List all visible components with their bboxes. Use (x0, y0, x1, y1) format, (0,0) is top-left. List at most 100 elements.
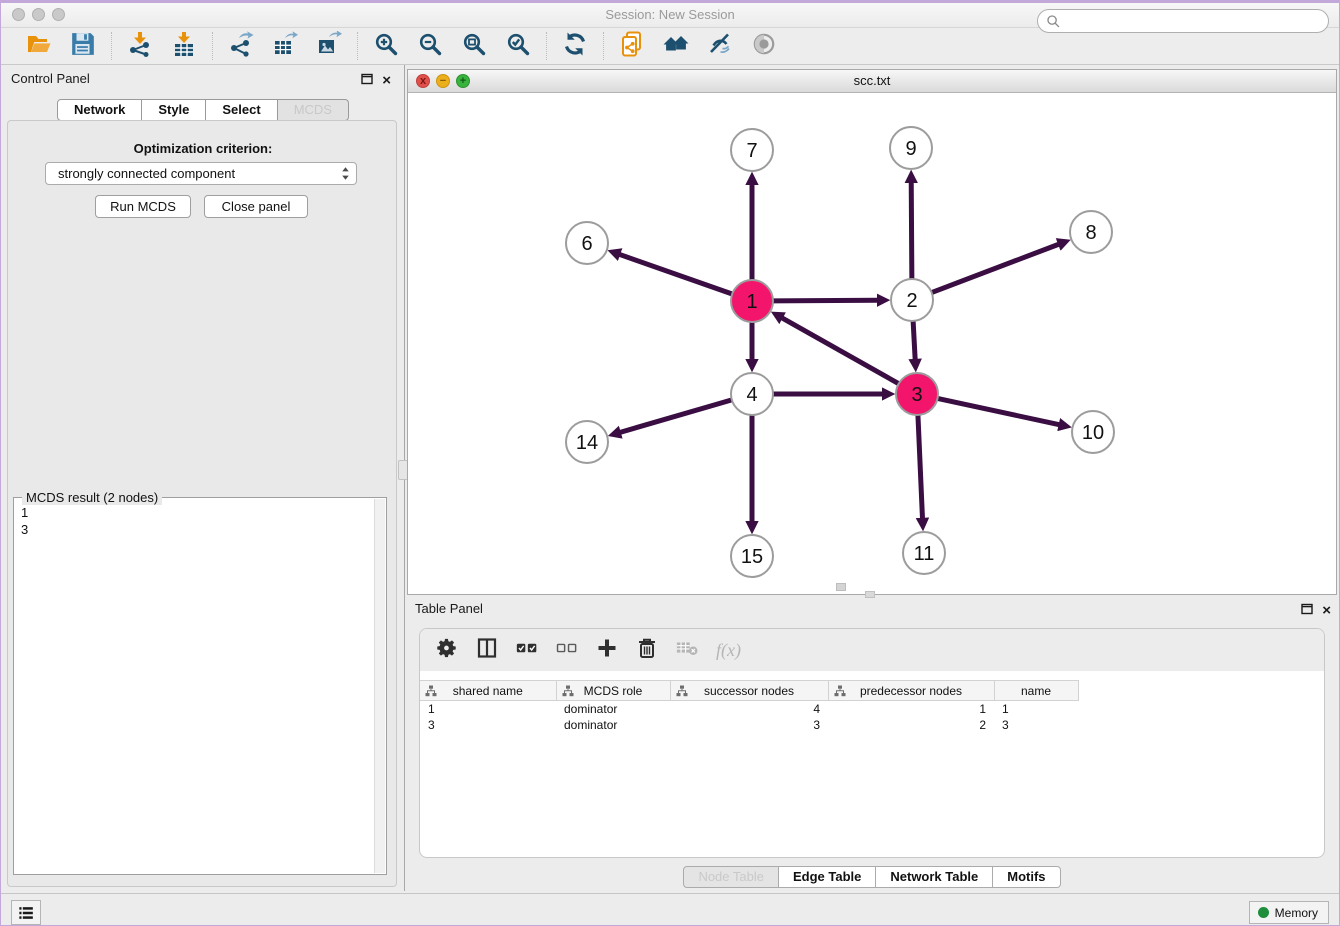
export-table-button[interactable] (271, 32, 299, 60)
float-panel-icon[interactable] (361, 72, 373, 90)
export-network-button[interactable] (227, 32, 255, 60)
graph-node-7[interactable]: 7 (731, 129, 773, 171)
zoom-in-button[interactable] (372, 32, 400, 60)
table-toolbar: f(x) (420, 629, 1324, 671)
search-box[interactable] (1037, 9, 1329, 33)
graph-node-label: 15 (741, 546, 763, 568)
column-header-name[interactable]: name (994, 681, 1078, 701)
table-cell[interactable]: 3 (420, 717, 556, 733)
import-network-button[interactable] (126, 32, 154, 60)
horizontal-splitter-grip[interactable] (865, 591, 875, 598)
function-builder-button[interactable]: f(x) (716, 640, 741, 661)
tab-edge-table[interactable]: Edge Table (779, 866, 876, 888)
import-table-button[interactable] (170, 32, 198, 60)
graph-node-2[interactable]: 2 (891, 279, 933, 321)
column-header-predecessor-nodes[interactable]: predecessor nodes (828, 681, 994, 701)
function-builder-icon: f(x) (716, 640, 741, 661)
table-cell[interactable]: dominator (556, 701, 670, 717)
graph-edge-2-9[interactable] (911, 182, 912, 279)
hide-graphics-details-button[interactable] (706, 32, 734, 60)
table-panel: Table Panel × f(x) shared nameMCDS roles… (407, 599, 1337, 889)
show-graphics-details-button[interactable] (750, 32, 778, 60)
zoom-fit-button[interactable] (460, 32, 488, 60)
settings-button[interactable] (436, 637, 458, 664)
graph-node-14[interactable]: 14 (566, 421, 608, 463)
graph-node-9[interactable]: 9 (890, 127, 932, 169)
task-history-button[interactable] (11, 900, 41, 925)
app-window: Session: New Session Control Panel × Net… (0, 0, 1340, 926)
delete-table-button[interactable] (676, 637, 698, 664)
split-view-button[interactable] (476, 637, 498, 664)
select-stepper-icon (341, 166, 350, 181)
mcds-result-text[interactable]: 1 3 (16, 502, 373, 872)
table-cell[interactable]: 1 (994, 701, 1078, 717)
graph-node-label: 9 (905, 138, 916, 160)
delete-row-button[interactable] (636, 637, 658, 664)
graph-node-3[interactable]: 3 (896, 373, 938, 415)
graph-node-label: 2 (906, 290, 917, 312)
tab-node-table[interactable]: Node Table (683, 866, 779, 888)
table-cell[interactable]: 3 (994, 717, 1078, 733)
table-cell[interactable]: dominator (556, 717, 670, 733)
network-hscroll-thumb[interactable] (836, 583, 846, 591)
graph-node-label: 14 (576, 432, 598, 454)
run-mcds-button[interactable]: Run MCDS (95, 195, 191, 218)
graph-node-6[interactable]: 6 (566, 222, 608, 264)
graph-node-15[interactable]: 15 (731, 535, 773, 577)
memory-button[interactable]: Memory (1249, 901, 1329, 924)
save-session-button[interactable] (69, 32, 97, 60)
column-header-MCDS-role[interactable]: MCDS role (556, 681, 670, 701)
duplicate-network-button[interactable] (618, 32, 646, 60)
zoom-selected-icon (505, 31, 531, 62)
graph-edge-1-2[interactable] (773, 300, 878, 301)
table-cell[interactable]: 1 (420, 701, 556, 717)
search-input[interactable] (1066, 14, 1320, 28)
table-cell[interactable]: 2 (828, 717, 994, 733)
graph-edge-2-3[interactable] (913, 321, 915, 360)
home-button[interactable] (662, 32, 690, 60)
graph-edge-4-14[interactable] (620, 400, 732, 432)
graph-node-11[interactable]: 11 (903, 532, 945, 574)
column-label: shared name (453, 684, 523, 698)
control-panel-header: Control Panel × (3, 69, 403, 91)
table-cell[interactable]: 3 (670, 717, 828, 733)
close-panel-icon[interactable]: × (382, 75, 391, 87)
open-file-button[interactable] (25, 32, 53, 60)
graph-edge-3-10[interactable] (938, 398, 1060, 424)
column-header-shared-name[interactable]: shared name (420, 681, 556, 701)
select-all-button[interactable] (516, 637, 538, 664)
column-header-successor-nodes[interactable]: successor nodes (670, 681, 828, 701)
table-row[interactable]: 3dominator323 (420, 717, 1078, 733)
add-row-button[interactable] (596, 637, 618, 664)
network-graph-canvas[interactable]: 7 9 6 8 1 2 4 3 14 10 15 11 (408, 93, 1336, 594)
graph-node-4[interactable]: 4 (731, 373, 773, 415)
result-scrollbar[interactable] (374, 499, 385, 873)
deselect-all-button[interactable] (556, 637, 578, 664)
graph-edge-3-1[interactable] (782, 318, 899, 384)
export-network-icon (228, 31, 254, 62)
float-table-panel-icon[interactable] (1301, 602, 1313, 620)
graph-edge-2-8[interactable] (932, 244, 1059, 292)
optimization-criterion-select[interactable]: strongly connected component (45, 162, 357, 185)
tab-select[interactable]: Select (206, 99, 277, 121)
tab-style[interactable]: Style (142, 99, 206, 121)
graph-node-8[interactable]: 8 (1070, 211, 1112, 253)
table-cell[interactable]: 1 (828, 701, 994, 717)
tab-network-table[interactable]: Network Table (876, 866, 993, 888)
tab-mcds[interactable]: MCDS (278, 99, 349, 121)
zoom-out-button[interactable] (416, 32, 444, 60)
export-image-button[interactable] (315, 32, 343, 60)
table-cell[interactable]: 4 (670, 701, 828, 717)
tab-network[interactable]: Network (57, 99, 142, 121)
refresh-button[interactable] (561, 32, 589, 60)
close-table-panel-icon[interactable]: × (1322, 605, 1331, 617)
node-table-body: 1dominator4113dominator323 (420, 701, 1078, 733)
zoom-selected-button[interactable] (504, 32, 532, 60)
graph-node-10[interactable]: 10 (1072, 411, 1114, 453)
tab-motifs[interactable]: Motifs (993, 866, 1060, 888)
close-panel-button[interactable]: Close panel (204, 195, 308, 218)
graph-edge-1-6[interactable] (620, 254, 733, 294)
graph-node-1[interactable]: 1 (731, 280, 773, 322)
table-row[interactable]: 1dominator411 (420, 701, 1078, 717)
graph-edge-3-11[interactable] (918, 415, 923, 519)
